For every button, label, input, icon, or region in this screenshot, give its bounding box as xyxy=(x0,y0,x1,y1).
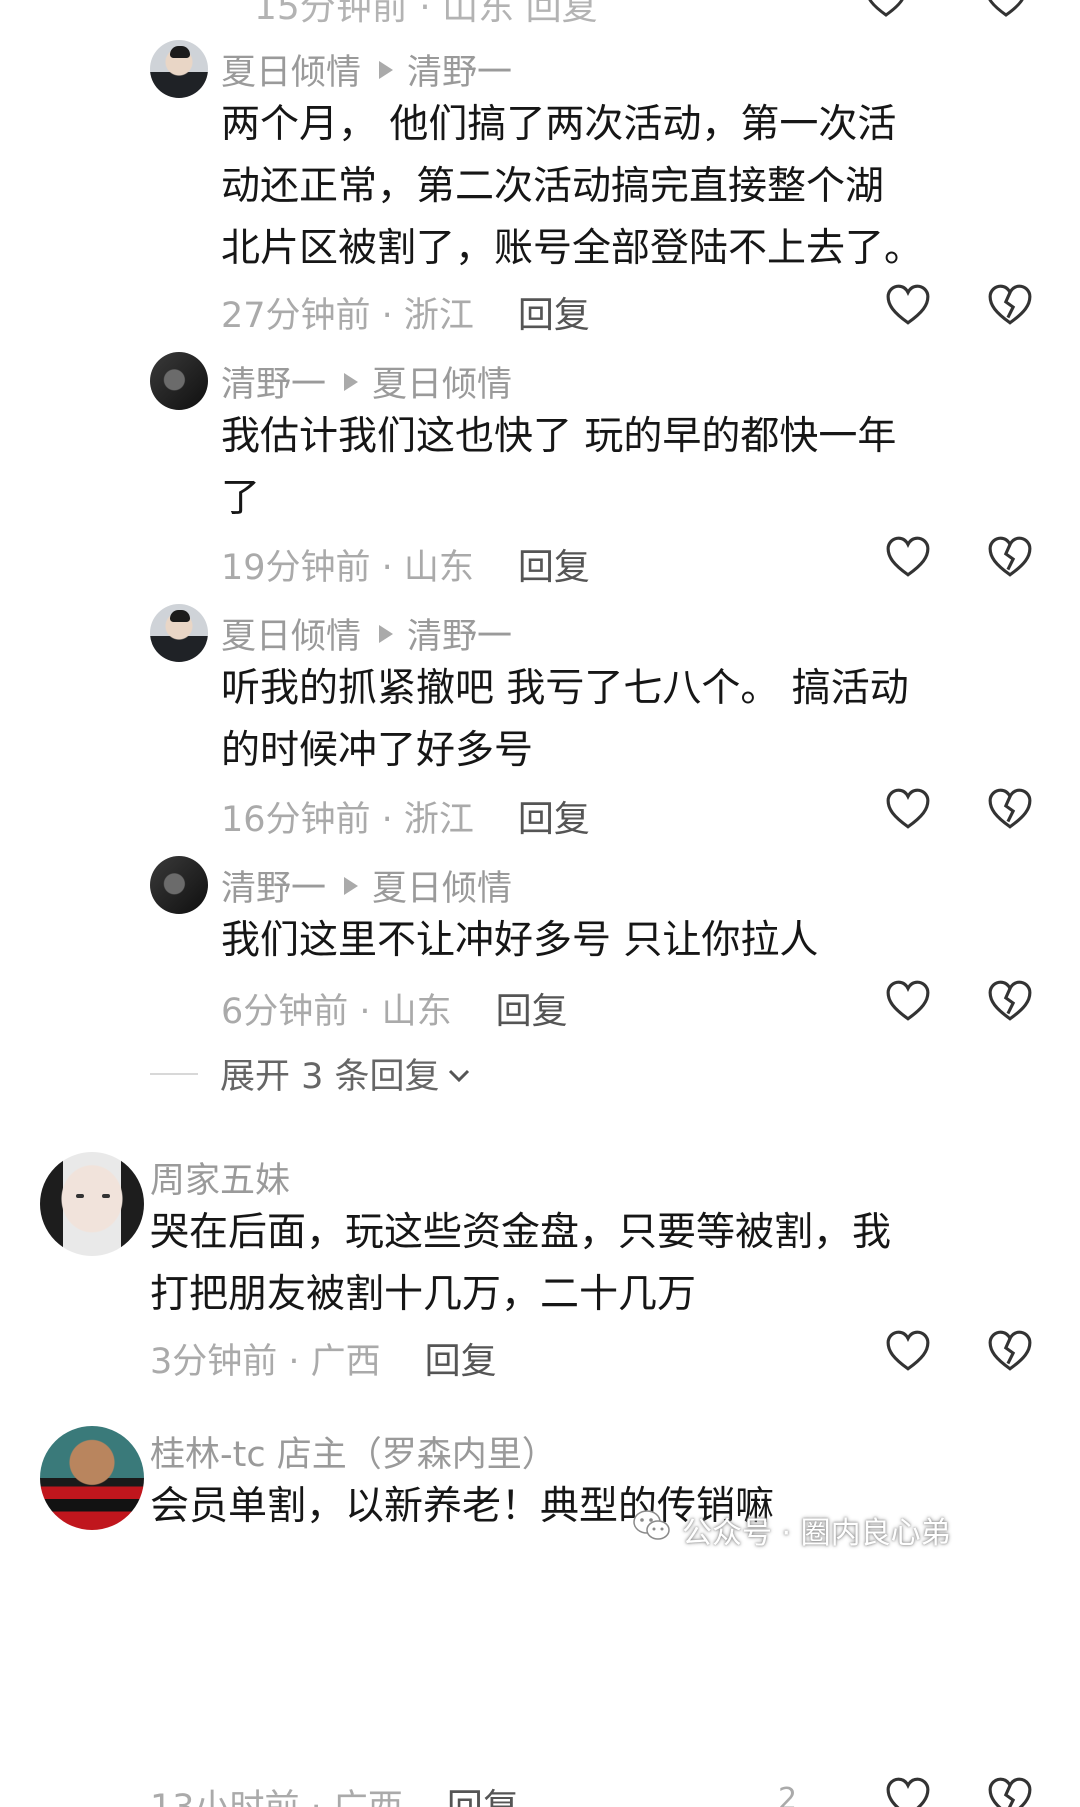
comment-meta: 27分钟前 · 浙江 回复 xyxy=(221,286,590,338)
comment-actions xyxy=(884,533,1034,581)
avatar[interactable] xyxy=(150,40,208,98)
reply-button[interactable]: 回复 xyxy=(496,982,568,1034)
comment-line: 北片区被割了，账号全部登陆不上去了。 xyxy=(221,226,924,271)
author-name[interactable]: 夏日倾情 xyxy=(221,608,361,659)
like-icon[interactable] xyxy=(884,533,932,581)
dislike-icon[interactable] xyxy=(984,0,1028,27)
author-name[interactable]: 清野一 xyxy=(221,860,326,911)
time-location: 6分钟前 · 山东 xyxy=(221,991,452,1032)
chevron-down-icon xyxy=(446,1054,472,1094)
comment-line: 的时候冲了好多号 xyxy=(221,728,534,773)
reply-button[interactable]: 回复 xyxy=(447,1778,519,1807)
comment-line: 我们这里不让冲好多号 只让你拉人 xyxy=(221,918,819,963)
comment-actions xyxy=(884,1774,1034,1807)
comment-body: 听我的抓紧撤吧 我亏了七八个。 搞活动 的时候冲了好多号 xyxy=(221,658,909,782)
comment-header: 周家五妹 xyxy=(150,1152,290,1203)
author-name[interactable]: 清野一 xyxy=(221,356,326,407)
comment-line: 哭在后面，玩这些资金盘，只要等被割，我 xyxy=(150,1210,892,1255)
comment-line: 两个月， 他们搞了两次活动，第一次活 xyxy=(221,102,897,147)
watermark: 公众号 · 圈内良心弟 xyxy=(632,1508,951,1552)
dislike-icon[interactable] xyxy=(986,1774,1034,1807)
comment-line: 听我的抓紧撤吧 我亏了七八个。 搞活动 xyxy=(221,666,909,711)
reply-arrow-icon xyxy=(379,624,394,643)
comment-meta: 16分钟前 · 浙江 回复 xyxy=(221,790,590,842)
like-icon[interactable] xyxy=(884,281,932,329)
watermark-text: 公众号 · 圈内良心弟 xyxy=(682,1516,951,1551)
time-location: 27分钟前 · 浙江 xyxy=(221,295,474,336)
like-icon[interactable] xyxy=(884,785,932,833)
reply-arrow-icon xyxy=(379,60,394,79)
time-location: 16分钟前 · 浙江 xyxy=(221,799,474,840)
comment-body: 我们这里不让冲好多号 只让你拉人 xyxy=(221,910,818,972)
comment-actions xyxy=(884,977,1034,1025)
comment-line: 了 xyxy=(221,476,261,521)
avatar[interactable] xyxy=(40,1152,144,1256)
reply-to-name[interactable]: 清野一 xyxy=(407,608,512,659)
author-name[interactable]: 桂林-tc 店主（罗森内里） xyxy=(150,1426,557,1477)
reply-button[interactable]: 回复 xyxy=(425,1332,497,1384)
reply-to-name[interactable]: 夏日倾情 xyxy=(372,356,512,407)
reply-button[interactable]: 回复 xyxy=(518,790,590,842)
like-icon[interactable] xyxy=(884,1774,932,1807)
like-icon[interactable] xyxy=(884,977,932,1025)
dislike-icon[interactable] xyxy=(986,977,1034,1025)
avatar[interactable] xyxy=(150,856,208,914)
comment-line: 打把朋友被割十几万，二十几万 xyxy=(150,1272,697,1317)
comment-meta: 19分钟前 · 山东 回复 xyxy=(221,538,590,590)
reply-header: 清野一 夏日倾情 xyxy=(221,356,512,407)
author-name[interactable]: 夏日倾情 xyxy=(221,44,361,95)
comment-body: 哭在后面，玩这些资金盘，只要等被割，我 打把朋友被割十几万，二十几万 xyxy=(150,1202,891,1326)
like-icon[interactable] xyxy=(884,1327,932,1375)
divider xyxy=(150,1072,198,1075)
comment-thread-page: 15分钟前 · 山东 回复 夏日倾情 清野一 两个月， 他们搞了两次活动，第一次… xyxy=(0,0,1080,1807)
comment-meta: 3分钟前 · 广西 回复 xyxy=(150,1332,497,1384)
like-icon[interactable] xyxy=(864,0,908,27)
comment-body: 两个月， 他们搞了两次活动，第一次活 动还正常，第二次活动搞完直接整个湖 北片区… xyxy=(221,94,923,280)
reply-button[interactable]: 回复 xyxy=(518,538,590,590)
author-name[interactable]: 周家五妹 xyxy=(150,1152,290,1203)
comment-meta: 13小时前 · 广西 回复 xyxy=(150,1778,519,1807)
avatar[interactable] xyxy=(40,1426,144,1530)
avatar[interactable] xyxy=(150,352,208,410)
like-count: 2 xyxy=(778,1782,798,1807)
previous-comment-time: 15分钟前 · 山东 回复 xyxy=(254,0,598,28)
comment-actions xyxy=(884,785,1034,833)
previous-comment-meta: 15分钟前 · 山东 回复 xyxy=(254,0,1080,28)
reply-arrow-icon xyxy=(344,372,359,391)
reply-arrow-icon xyxy=(344,876,359,895)
dislike-icon[interactable] xyxy=(986,281,1034,329)
expand-replies-label: 展开 3 条回复 xyxy=(220,1057,440,1097)
time-location: 19分钟前 · 山东 xyxy=(221,547,474,588)
dislike-icon[interactable] xyxy=(986,533,1034,581)
time-location: 3分钟前 · 广西 xyxy=(150,1341,381,1382)
reply-header: 夏日倾情 清野一 xyxy=(221,44,512,95)
comment-line: 动还正常，第二次活动搞完直接整个湖 xyxy=(221,164,885,209)
comment-header: 桂林-tc 店主（罗森内里） xyxy=(150,1426,557,1477)
comment-actions xyxy=(884,1327,1034,1375)
avatar[interactable] xyxy=(150,604,208,662)
reply-to-name[interactable]: 清野一 xyxy=(407,44,512,95)
reply-header: 夏日倾情 清野一 xyxy=(221,608,512,659)
comment-body: 我估计我们这也快了 玩的早的都快一年 了 xyxy=(221,406,896,530)
comment-meta: 6分钟前 · 山东 回复 xyxy=(221,982,568,1034)
dislike-icon[interactable] xyxy=(986,785,1034,833)
dislike-icon[interactable] xyxy=(986,1327,1034,1375)
comment-actions xyxy=(884,281,1034,329)
comment-line: 我估计我们这也快了 玩的早的都快一年 xyxy=(221,414,897,459)
reply-header: 清野一 夏日倾情 xyxy=(221,860,512,911)
wechat-icon xyxy=(632,1509,672,1551)
reply-button[interactable]: 回复 xyxy=(518,286,590,338)
previous-comment-actions xyxy=(864,0,1028,27)
time-location: 13小时前 · 广西 xyxy=(150,1779,403,1807)
reply-to-name[interactable]: 夏日倾情 xyxy=(372,860,512,911)
expand-replies-button[interactable]: 展开 3 条回复 xyxy=(150,1048,472,1099)
